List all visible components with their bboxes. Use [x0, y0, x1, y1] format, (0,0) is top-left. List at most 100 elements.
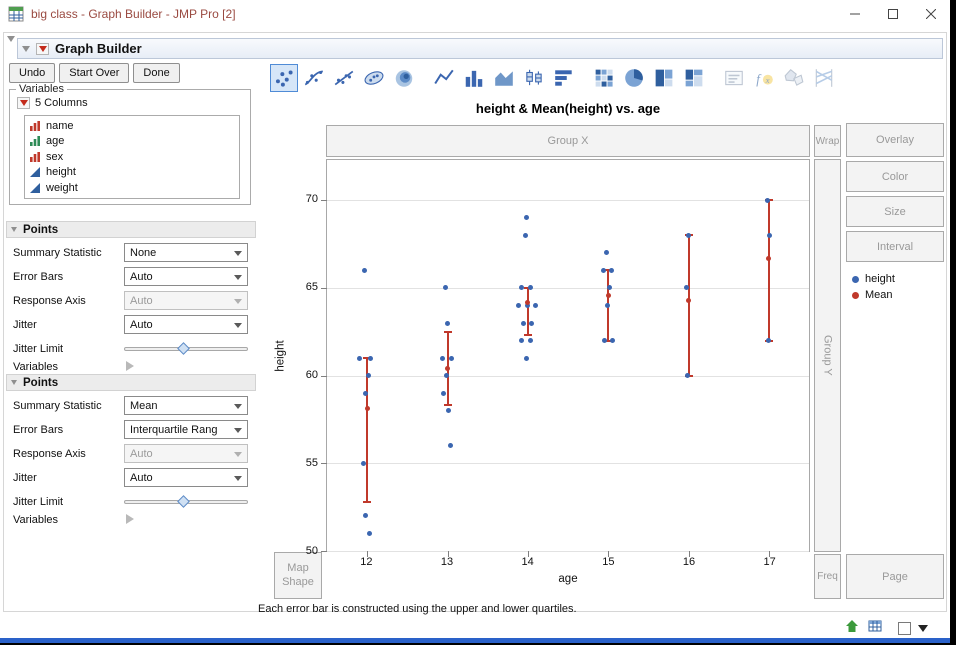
height-point[interactable]: [533, 303, 539, 309]
red-triangle-button[interactable]: [17, 97, 30, 109]
done-button[interactable]: Done: [133, 63, 180, 83]
graph-type-mosaic-icon[interactable]: [680, 64, 708, 92]
interquartile-error-bar[interactable]: [767, 200, 770, 341]
group-y-dropzone[interactable]: Group Y: [814, 159, 841, 552]
window-list-caret-icon[interactable]: [918, 625, 928, 632]
height-point[interactable]: [606, 285, 612, 291]
map-shape-dropzone[interactable]: Map Shape: [274, 552, 322, 599]
jitter-select-panel1[interactable]: Auto: [124, 315, 248, 334]
red-triangle-button[interactable]: [36, 42, 49, 55]
interval-dropzone[interactable]: Interval: [846, 231, 944, 262]
graph-type-map-shapes-icon[interactable]: [780, 64, 808, 92]
y-axis-labels[interactable]: 50 55 60 65 70: [292, 159, 320, 557]
height-point[interactable]: [685, 373, 690, 379]
minimize-button[interactable]: [836, 0, 874, 28]
height-point[interactable]: [367, 355, 373, 361]
list-item[interactable]: weight: [29, 180, 235, 196]
height-point[interactable]: [766, 338, 772, 344]
graph-type-points-icon[interactable]: [270, 64, 298, 92]
height-point[interactable]: [528, 338, 534, 344]
graph-type-line-icon[interactable]: [430, 64, 458, 92]
mean-point[interactable]: [525, 299, 531, 305]
height-point[interactable]: [609, 338, 615, 344]
list-item[interactable]: name: [29, 118, 235, 134]
summary-statistic-select-panel1[interactable]: None: [124, 243, 248, 262]
size-dropzone[interactable]: Size: [846, 196, 944, 227]
graph-type-bar-icon[interactable]: [460, 64, 488, 92]
color-dropzone[interactable]: Color: [846, 161, 944, 192]
graph-type-treemap-icon[interactable]: [650, 64, 678, 92]
height-point[interactable]: [361, 267, 367, 273]
x-axis-title[interactable]: age: [326, 573, 810, 585]
graph-type-heatmap-icon[interactable]: [590, 64, 618, 92]
page-dropzone[interactable]: Page: [846, 554, 944, 599]
jitter-limit-slider-panel1[interactable]: [124, 340, 248, 358]
graph-type-smoother-icon[interactable]: [300, 64, 328, 92]
graph-type-line-of-fit-icon[interactable]: [330, 64, 358, 92]
slider-thumb[interactable]: [176, 341, 190, 355]
height-point[interactable]: [686, 232, 691, 238]
height-point[interactable]: [601, 338, 607, 344]
disclosure-triangle-icon[interactable]: [7, 36, 15, 42]
plot-area[interactable]: [321, 159, 810, 557]
points-panel-2-header[interactable]: Points: [6, 374, 256, 391]
height-point[interactable]: [443, 285, 448, 291]
points-panel-1-header[interactable]: Points: [6, 221, 256, 238]
graph-type-formula-icon[interactable]: fx: [750, 64, 778, 92]
height-point[interactable]: [445, 320, 450, 326]
home-window-icon[interactable]: [844, 618, 860, 639]
height-point[interactable]: [524, 355, 530, 361]
height-point[interactable]: [608, 267, 614, 273]
graph-type-area-icon[interactable]: [490, 64, 518, 92]
jitter-select-panel2[interactable]: Auto: [124, 468, 248, 487]
height-point[interactable]: [362, 390, 368, 396]
y-axis-title[interactable]: height: [272, 159, 290, 552]
list-item[interactable]: age: [29, 134, 235, 150]
wrap-dropzone[interactable]: Wrap: [814, 125, 841, 157]
height-point[interactable]: [356, 355, 362, 361]
height-point[interactable]: [448, 443, 453, 449]
graph-type-histogram-icon[interactable]: [550, 64, 578, 92]
height-point[interactable]: [603, 250, 609, 256]
height-point[interactable]: [516, 303, 522, 309]
graph-type-contour-icon[interactable]: [390, 64, 418, 92]
mean-point[interactable]: [445, 366, 450, 372]
mean-point[interactable]: [686, 297, 691, 303]
legend-item[interactable]: height: [852, 271, 948, 287]
height-point[interactable]: [529, 320, 535, 326]
group-x-dropzone[interactable]: Group X: [326, 125, 810, 157]
height-point[interactable]: [365, 373, 371, 379]
height-point[interactable]: [523, 232, 529, 238]
x-axis-labels[interactable]: 12 13 14 15 16 17: [326, 556, 810, 570]
expand-triangle-icon[interactable]: [126, 361, 134, 371]
maximize-button[interactable]: [874, 0, 912, 28]
close-button[interactable]: [912, 0, 950, 28]
height-point[interactable]: [521, 320, 527, 326]
interquartile-error-bar[interactable]: [687, 235, 690, 376]
height-point[interactable]: [600, 267, 606, 273]
mean-point[interactable]: [605, 292, 611, 298]
height-point[interactable]: [440, 355, 445, 361]
height-point[interactable]: [519, 338, 525, 344]
error-bars-select-panel2[interactable]: Interquartile Rang: [124, 420, 248, 439]
overlay-dropzone[interactable]: Overlay: [846, 123, 944, 157]
graph-type-parallel-icon[interactable]: [810, 64, 838, 92]
height-point[interactable]: [446, 408, 451, 414]
legend-item[interactable]: Mean: [852, 287, 948, 303]
list-item[interactable]: height: [29, 165, 235, 181]
height-point[interactable]: [441, 390, 446, 396]
summary-statistic-select-panel2[interactable]: Mean: [124, 396, 248, 415]
data-table-icon[interactable]: [867, 618, 883, 639]
height-point[interactable]: [362, 513, 368, 519]
slider-thumb[interactable]: [176, 494, 190, 508]
disclosure-triangle-icon[interactable]: [22, 45, 30, 52]
height-point[interactable]: [604, 303, 610, 309]
jitter-limit-slider-panel2[interactable]: [124, 493, 248, 511]
mean-point[interactable]: [364, 406, 370, 412]
start-over-button[interactable]: Start Over: [59, 63, 130, 83]
interquartile-error-bar[interactable]: [526, 287, 529, 336]
height-point[interactable]: [366, 530, 372, 536]
interquartile-error-bar[interactable]: [366, 358, 369, 502]
height-point[interactable]: [524, 215, 530, 221]
height-point[interactable]: [519, 285, 525, 291]
